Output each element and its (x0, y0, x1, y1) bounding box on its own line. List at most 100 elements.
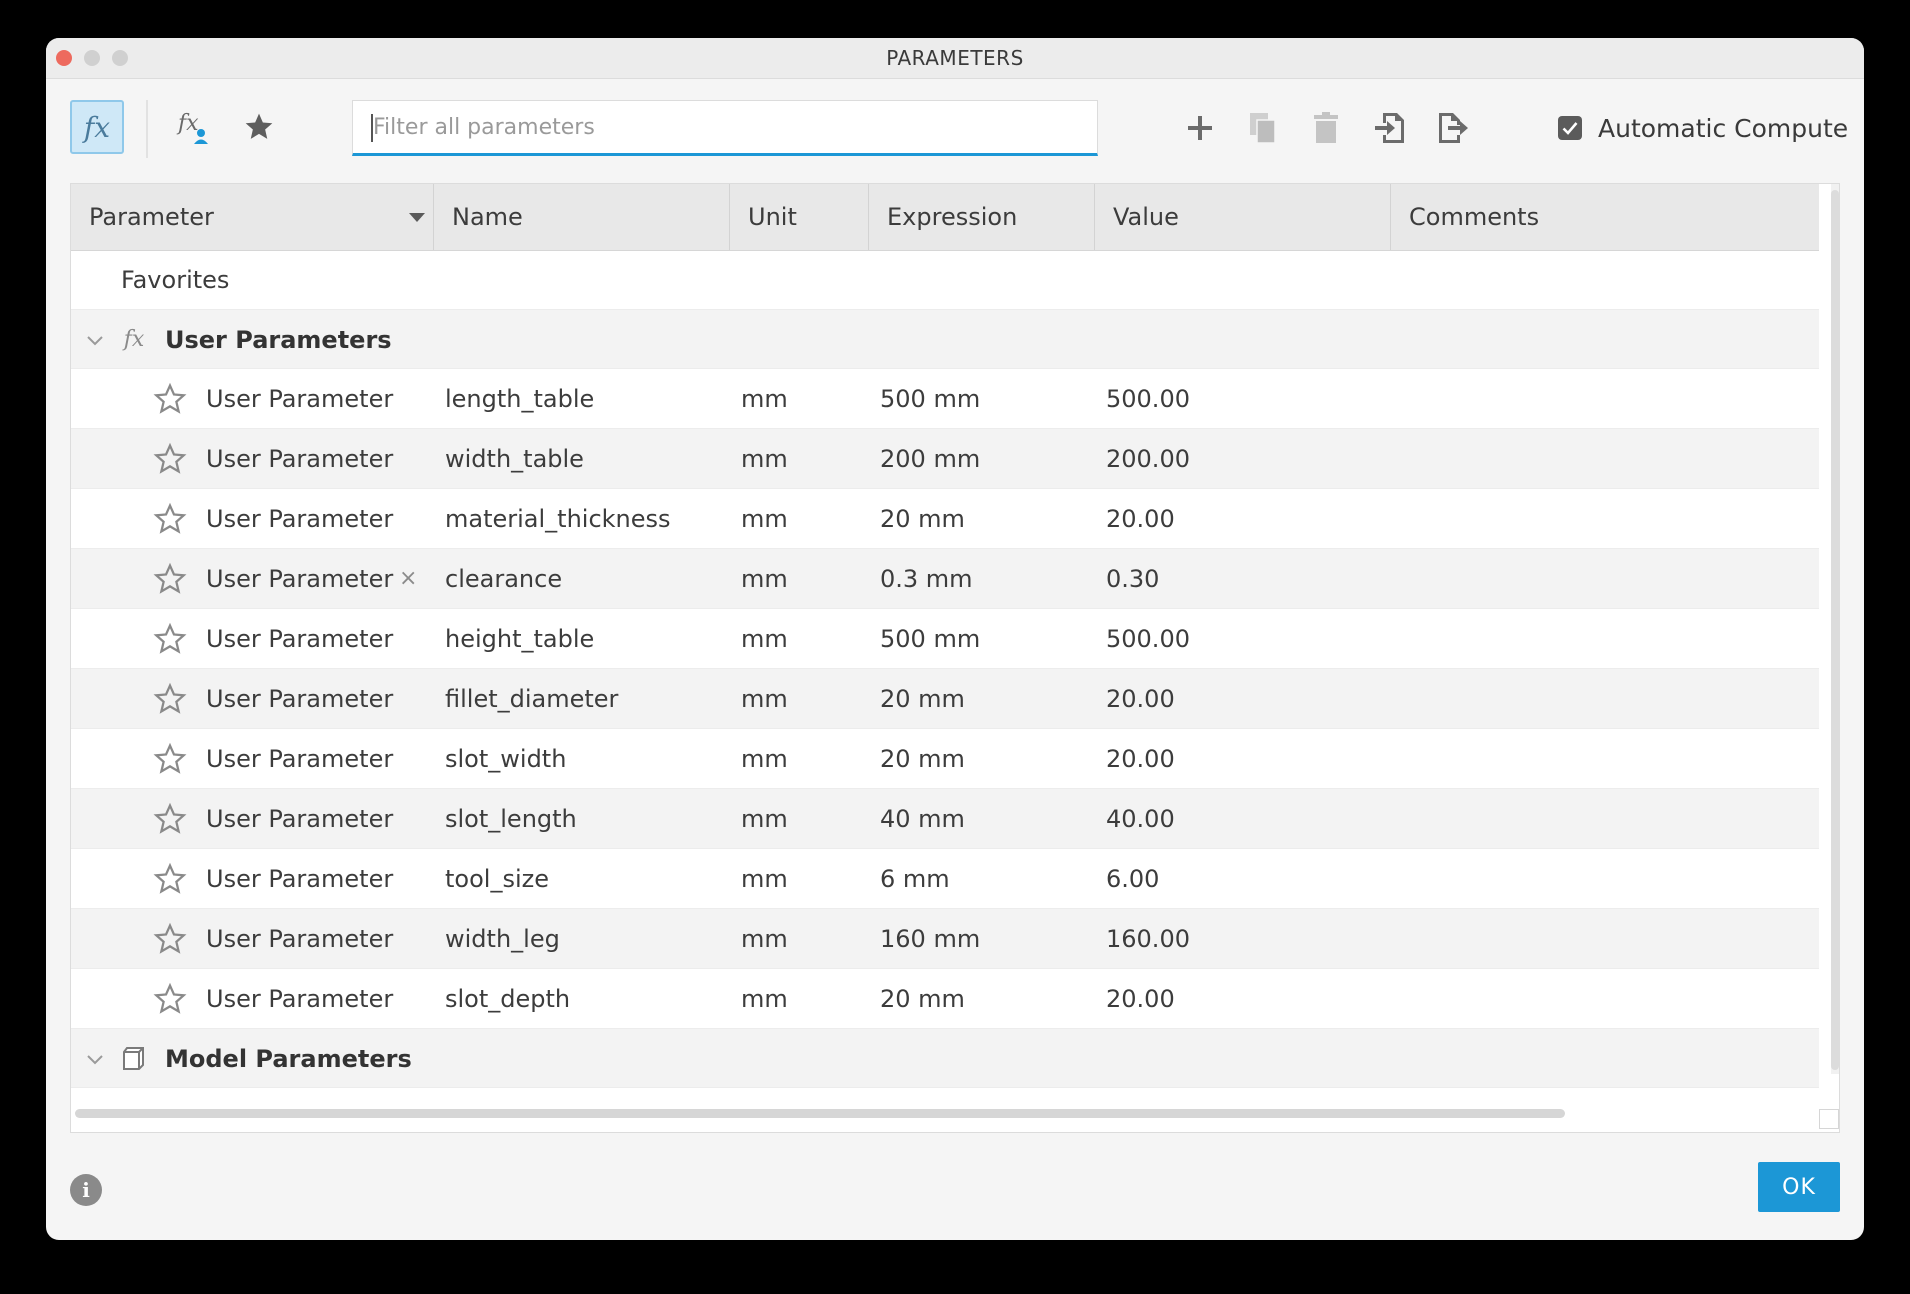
table-row[interactable]: User Parameter slot_depth mm 20 mm 20.00 (71, 969, 1819, 1029)
info-icon[interactable]: i (70, 1174, 102, 1206)
star-outline-icon[interactable] (153, 922, 187, 956)
star-outline-icon[interactable] (153, 982, 187, 1016)
column-header-name[interactable]: Name (434, 184, 730, 250)
table-row[interactable]: User Parameter height_table mm 500 mm 50… (71, 609, 1819, 669)
table-row[interactable]: User Parameter × clearance mm 0.3 mm 0.3… (71, 549, 1819, 609)
chevron-down-icon[interactable] (83, 1047, 107, 1071)
export-icon (1439, 113, 1468, 143)
window-title: PARAMETERS (886, 46, 1024, 70)
expression-cell[interactable]: 40 mm (880, 789, 965, 849)
delete-mark-icon[interactable]: × (399, 549, 417, 609)
favorites-label: Favorites (121, 266, 230, 294)
copy-parameter-button[interactable] (1239, 104, 1287, 152)
expression-cell[interactable]: 500 mm (880, 369, 980, 429)
unit-cell[interactable]: mm (741, 489, 788, 549)
table-row[interactable]: User Parameter slot_length mm 40 mm 40.0… (71, 789, 1819, 849)
value-cell: 0.30 (1106, 565, 1160, 593)
unit-cell[interactable]: mm (741, 549, 788, 609)
vertical-scrollbar[interactable] (1831, 184, 1839, 1074)
model-parameters-label: Model Parameters (165, 1045, 412, 1073)
trash-icon (1314, 112, 1338, 143)
star-outline-icon[interactable] (153, 682, 187, 716)
parameter-type-cell: User Parameter (206, 985, 394, 1013)
star-outline-icon[interactable] (153, 742, 187, 776)
dropdown-arrow-icon[interactable] (409, 213, 425, 222)
star-outline-icon[interactable] (153, 382, 187, 416)
scrollbar-corner (1819, 1109, 1839, 1129)
column-header-unit[interactable]: Unit (730, 184, 869, 250)
star-outline-icon[interactable] (153, 862, 187, 896)
unit-cell[interactable]: mm (741, 429, 788, 489)
column-header-value[interactable]: Value (1095, 184, 1391, 250)
favorites-group-row[interactable]: Favorites (71, 250, 1819, 310)
automatic-compute-checkbox[interactable] (1558, 116, 1582, 140)
expression-cell[interactable]: 0.3 mm (880, 549, 973, 609)
import-parameters-button[interactable] (1366, 104, 1414, 152)
parameter-type-cell: User Parameter (206, 805, 394, 833)
unit-cell[interactable]: mm (741, 609, 788, 669)
name-cell[interactable]: height_table (445, 609, 594, 669)
parameter-type-cell: User Parameter (206, 685, 394, 713)
column-header-expression[interactable]: Expression (869, 184, 1095, 250)
unit-cell[interactable]: mm (741, 369, 788, 429)
user-parameters-group-row[interactable]: fx User Parameters (71, 310, 1819, 369)
horizontal-scrollbar[interactable] (75, 1109, 1565, 1118)
star-outline-icon[interactable] (153, 622, 187, 656)
unit-cell[interactable]: mm (741, 969, 788, 1029)
vertical-scroll-thumb[interactable] (1831, 190, 1839, 1070)
value-cell: 500.00 (1106, 625, 1190, 653)
name-cell[interactable]: width_leg (445, 909, 560, 969)
name-cell[interactable]: slot_depth (445, 969, 570, 1029)
expression-cell[interactable]: 20 mm (880, 489, 965, 549)
add-parameter-button[interactable] (1176, 104, 1224, 152)
table-row[interactable]: User Parameter tool_size mm 6 mm 6.00 (71, 849, 1819, 909)
star-outline-icon[interactable] (153, 562, 187, 596)
unit-cell[interactable]: mm (741, 909, 788, 969)
name-cell[interactable]: width_table (445, 429, 584, 489)
favorites-filter-button[interactable] (236, 104, 282, 150)
parameters-table: Parameter Name Unit Expression Value Com… (70, 183, 1840, 1133)
star-outline-icon[interactable] (153, 502, 187, 536)
unit-cell[interactable]: mm (741, 789, 788, 849)
name-cell[interactable]: slot_width (445, 729, 566, 789)
table-row[interactable]: User Parameter width_leg mm 160 mm 160.0… (71, 909, 1819, 969)
value-cell: 20.00 (1106, 745, 1175, 773)
ok-button[interactable]: OK (1758, 1162, 1840, 1212)
name-cell[interactable]: slot_length (445, 789, 577, 849)
name-cell[interactable]: length_table (445, 369, 594, 429)
name-cell[interactable]: tool_size (445, 849, 549, 909)
expression-cell[interactable]: 20 mm (880, 969, 965, 1029)
table-row[interactable]: User Parameter width_table mm 200 mm 200… (71, 429, 1819, 489)
unit-cell[interactable]: mm (741, 669, 788, 729)
user-parameters-filter-button[interactable]: fx (172, 104, 218, 150)
plus-icon (1188, 116, 1212, 140)
expression-cell[interactable]: 6 mm (880, 849, 950, 909)
table-row[interactable]: User Parameter length_table mm 500 mm 50… (71, 369, 1819, 429)
chevron-down-icon[interactable] (83, 328, 107, 352)
column-header-parameter[interactable]: Parameter (71, 184, 434, 250)
column-header-comments[interactable]: Comments (1391, 184, 1819, 250)
unit-cell[interactable]: mm (741, 849, 788, 909)
export-parameters-button[interactable] (1429, 104, 1477, 152)
all-parameters-fx-button[interactable]: fx (70, 100, 124, 154)
name-cell[interactable]: fillet_diameter (445, 669, 618, 729)
automatic-compute-toggle[interactable]: Automatic Compute (1558, 108, 1848, 148)
star-outline-icon[interactable] (153, 802, 187, 836)
model-parameters-group-row[interactable]: Model Parameters (71, 1029, 1819, 1088)
star-outline-icon[interactable] (153, 442, 187, 476)
expression-cell[interactable]: 160 mm (880, 909, 980, 969)
parameter-type-cell: User Parameter (206, 445, 394, 473)
parameter-type-cell: User Parameter (206, 565, 394, 593)
delete-parameter-button[interactable] (1302, 104, 1350, 152)
table-row[interactable]: User Parameter slot_width mm 20 mm 20.00 (71, 729, 1819, 789)
name-cell[interactable]: clearance (445, 549, 562, 609)
table-row[interactable]: User Parameter material_thickness mm 20 … (71, 489, 1819, 549)
filter-input[interactable] (353, 101, 1097, 153)
expression-cell[interactable]: 20 mm (880, 729, 965, 789)
expression-cell[interactable]: 500 mm (880, 609, 980, 669)
name-cell[interactable]: material_thickness (445, 489, 671, 549)
unit-cell[interactable]: mm (741, 729, 788, 789)
table-row[interactable]: User Parameter fillet_diameter mm 20 mm … (71, 669, 1819, 729)
expression-cell[interactable]: 20 mm (880, 669, 965, 729)
expression-cell[interactable]: 200 mm (880, 429, 980, 489)
